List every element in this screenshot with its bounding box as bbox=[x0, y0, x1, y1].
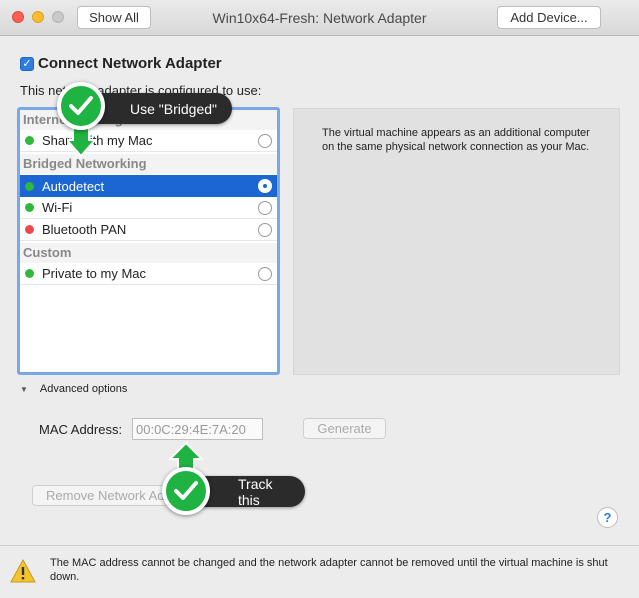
list-item-wifi[interactable]: Wi-Fi bbox=[20, 197, 277, 219]
advanced-options-toggle[interactable]: ▼ Advanced options bbox=[20, 383, 127, 395]
callout-track-check-badge bbox=[162, 467, 210, 515]
radio-button[interactable] bbox=[258, 200, 272, 215]
footer-warning-text: The MAC address cannot be changed and th… bbox=[50, 557, 608, 583]
list-item-label: Wi-Fi bbox=[42, 200, 73, 215]
status-dot-green bbox=[25, 203, 34, 212]
status-dot-green bbox=[25, 136, 34, 145]
status-dot-green bbox=[25, 269, 34, 278]
info-text: The virtual machine appears as an additi… bbox=[322, 127, 590, 153]
radio-button-selected[interactable] bbox=[258, 179, 272, 193]
mac-address-field[interactable] bbox=[132, 418, 263, 440]
callout-track-text: Track this bbox=[238, 475, 273, 508]
checkmark-icon bbox=[69, 96, 93, 115]
disclosure-triangle-icon[interactable]: ▼ bbox=[20, 385, 28, 394]
list-item-bluetooth-pan[interactable]: Bluetooth PAN bbox=[20, 219, 277, 241]
radio-button[interactable] bbox=[258, 266, 272, 281]
footer-warning-bar: The MAC address cannot be changed and th… bbox=[0, 545, 639, 598]
list-item-label: Autodetect bbox=[42, 178, 105, 194]
connect-checkbox[interactable]: ✓ bbox=[20, 56, 34, 71]
list-item-share-with-mac[interactable]: Share with my Mac bbox=[20, 130, 277, 152]
help-button[interactable]: ? bbox=[597, 507, 618, 528]
radio-button[interactable] bbox=[258, 133, 272, 148]
show-all-button[interactable]: Show All bbox=[77, 6, 151, 29]
mac-address-label: MAC Address: bbox=[39, 422, 123, 437]
list-item-private-to-mac[interactable]: Private to my Mac bbox=[20, 263, 277, 285]
connect-label: Connect Network Adapter bbox=[38, 55, 222, 72]
minimize-window-button[interactable] bbox=[32, 11, 44, 23]
list-item-label: Private to my Mac bbox=[42, 266, 147, 281]
info-panel: The virtual machine appears as an additi… bbox=[293, 108, 620, 375]
remove-network-adapter-button[interactable]: Remove Network Adapter bbox=[32, 485, 172, 506]
status-dot-red bbox=[25, 225, 34, 234]
list-item-label: Bluetooth PAN bbox=[42, 222, 127, 237]
list-item-autodetect[interactable]: Autodetect bbox=[20, 175, 277, 197]
add-device-button[interactable]: Add Device... bbox=[497, 6, 601, 29]
title-bar: Show All Win10x64-Fresh: Network Adapter… bbox=[0, 0, 639, 36]
radio-button[interactable] bbox=[258, 222, 272, 237]
network-list[interactable]: Internet Sharing Share with my Mac Bridg… bbox=[17, 107, 280, 375]
zoom-window-button[interactable] bbox=[52, 11, 64, 23]
advanced-options-label: Advanced options bbox=[39, 383, 128, 395]
callout-bridged-check-badge bbox=[57, 82, 105, 130]
group-header-bridged: Bridged Networking bbox=[20, 154, 277, 174]
generate-button[interactable]: Generate bbox=[303, 418, 386, 439]
group-header-custom: Custom bbox=[20, 243, 277, 263]
close-window-button[interactable] bbox=[12, 11, 24, 23]
warning-icon bbox=[10, 559, 36, 583]
callout-bridged-text: Use "Bridged" bbox=[130, 100, 217, 117]
checkmark-icon bbox=[174, 481, 198, 500]
status-dot-green bbox=[25, 181, 34, 191]
list-item-label: Share with my Mac bbox=[42, 133, 153, 148]
connect-adapter-row[interactable]: ✓ Connect Network Adapter bbox=[20, 55, 222, 72]
